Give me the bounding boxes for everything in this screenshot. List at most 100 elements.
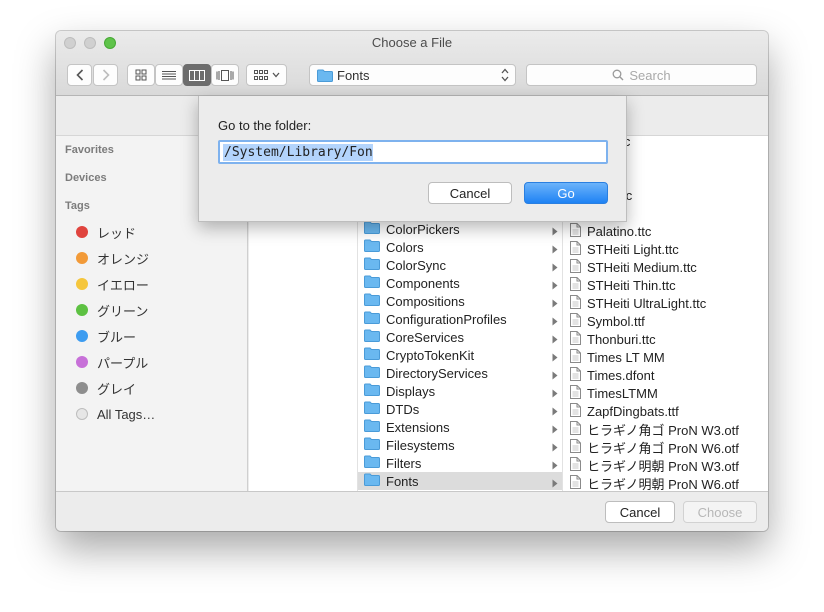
folder-row[interactable]: Filesystems [358,436,562,454]
file-row[interactable]: ヒラギノ明朝 ProN W6.otf [564,474,768,491]
choose-button[interactable]: Choose [683,501,757,523]
file-row[interactable]: STHeiti Thin.ttc [564,276,768,294]
disclosure-arrow-icon [552,440,558,455]
sidebar-tag-item[interactable]: パープル [76,352,148,372]
file-row[interactable]: ヒラギノ角ゴ ProN W3.otf [564,420,768,438]
sidebar-tag-item[interactable]: グレイ [76,378,136,398]
icon-view-button[interactable] [127,64,155,86]
list-view-button[interactable] [155,64,183,86]
tag-color-dot-icon [76,226,88,238]
path-popup[interactable]: Fonts [309,64,516,86]
folder-icon [364,473,380,489]
disclosure-arrow-icon [552,404,558,419]
goto-cancel-button[interactable]: Cancel [428,182,512,204]
goto-go-button[interactable]: Go [524,182,608,204]
file-name: Symbol.ttf [587,313,645,329]
disclosure-arrow-icon [552,386,558,401]
disclosure-arrow-icon [552,368,558,383]
tag-color-dot-icon [76,278,88,290]
column-view-button[interactable] [183,64,211,86]
sidebar-tag-item[interactable]: All Tags… [76,404,155,424]
document-icon [570,276,581,294]
disclosure-arrow-icon [552,350,558,365]
file-row[interactable]: STHeiti Light.ttc [564,240,768,258]
folder-row[interactable]: Components [358,274,562,292]
folder-icon [364,275,380,291]
arrange-button[interactable] [246,64,287,86]
back-button[interactable] [67,64,92,86]
sidebar-tag-label: レッド [97,225,137,241]
file-row[interactable]: TimesLTMM [564,384,768,402]
search-placeholder: Search [629,67,671,83]
goto-path-input[interactable] [223,144,373,161]
disclosure-arrow-icon [552,242,558,257]
file-name: ZapfDingbats.ttf [587,403,679,419]
folder-icon [364,419,380,435]
folder-icon [364,383,380,399]
folder-row[interactable]: Extensions [358,418,562,436]
sidebar-tag-item[interactable]: オレンジ [76,248,149,268]
folder-row[interactable]: Colors [358,238,562,256]
folder-name: Displays [386,383,436,399]
folder-row[interactable]: Filters [358,454,562,472]
forward-button[interactable] [93,64,118,86]
path-popup-label: Fonts [337,68,370,83]
folder-row[interactable]: CryptoTokenKit [358,346,562,364]
folder-row[interactable]: ConfigurationProfiles [358,310,562,328]
disclosure-arrow-icon [552,314,558,329]
sidebar-tag-label: グレイ [97,381,137,397]
file-name: ヒラギノ明朝 ProN W6.otf [587,476,739,492]
up-down-chevron-icon [501,68,509,82]
folder-name: Extensions [386,419,450,435]
file-name: ヒラギノ角ゴ ProN W3.otf [587,422,739,438]
file-row[interactable]: ZapfDingbats.ttf [564,402,768,420]
folder-row[interactable]: Displays [358,382,562,400]
folder-row[interactable]: ColorSync [358,256,562,274]
file-row[interactable]: ヒラギノ角ゴ ProN W6.otf [564,438,768,456]
file-row[interactable]: Times.dfont [564,366,768,384]
sidebar-tag-item[interactable]: グリーン [76,300,148,320]
folder-name: CoreServices [386,329,465,345]
titlebar: Choose a File Fonts Search [56,31,768,96]
folder-icon [364,401,380,417]
folder-row[interactable]: Compositions [358,292,562,310]
file-row[interactable]: Symbol.ttf [564,312,768,330]
file-name: STHeiti Medium.ttc [587,259,697,275]
file-row[interactable]: Palatino.ttc [564,222,768,240]
file-row[interactable]: STHeiti Medium.ttc [564,258,768,276]
folder-name: ConfigurationProfiles [386,311,507,327]
sidebar-tag-item[interactable]: レッド [76,222,136,242]
file-name: Thonburi.ttc [587,331,656,347]
document-icon [570,222,581,240]
folder-icon [364,239,380,255]
sidebar-header-favorites[interactable]: Favorites [65,144,114,156]
folder-row[interactable]: Fonts [358,472,562,490]
sidebar-header-devices[interactable]: Devices [65,172,107,184]
document-icon [570,330,581,348]
folder-name: Fonts [386,473,419,489]
columns-icon [189,69,205,81]
file-row[interactable]: Thonburi.ttc [564,330,768,348]
file-row[interactable]: ヒラギノ明朝 ProN W3.otf [564,456,768,474]
cover-flow-button[interactable] [211,64,239,86]
tag-color-dot-icon [76,382,88,394]
folder-row[interactable]: ColorPickers [358,220,562,238]
folder-name: ColorPickers [386,221,460,237]
search-icon [612,69,624,81]
search-field[interactable]: Search [526,64,757,86]
sidebar-tag-item[interactable]: イエロー [76,274,149,294]
sidebar-tag-item[interactable]: ブルー [76,326,136,346]
document-icon [570,258,581,276]
list-icon [162,70,176,79]
folder-row[interactable]: DTDs [358,400,562,418]
folder-name: DirectoryServices [386,365,488,381]
folder-row[interactable]: CoreServices [358,328,562,346]
cancel-button[interactable]: Cancel [605,501,675,523]
file-row[interactable]: STHeiti UltraLight.ttc [564,294,768,312]
tag-color-dot-icon [76,304,88,316]
disclosure-arrow-icon [552,458,558,473]
file-row[interactable]: Times LT MM [564,348,768,366]
sidebar-header-tags[interactable]: Tags [65,200,90,212]
folder-icon [364,329,380,345]
folder-row[interactable]: DirectoryServices [358,364,562,382]
